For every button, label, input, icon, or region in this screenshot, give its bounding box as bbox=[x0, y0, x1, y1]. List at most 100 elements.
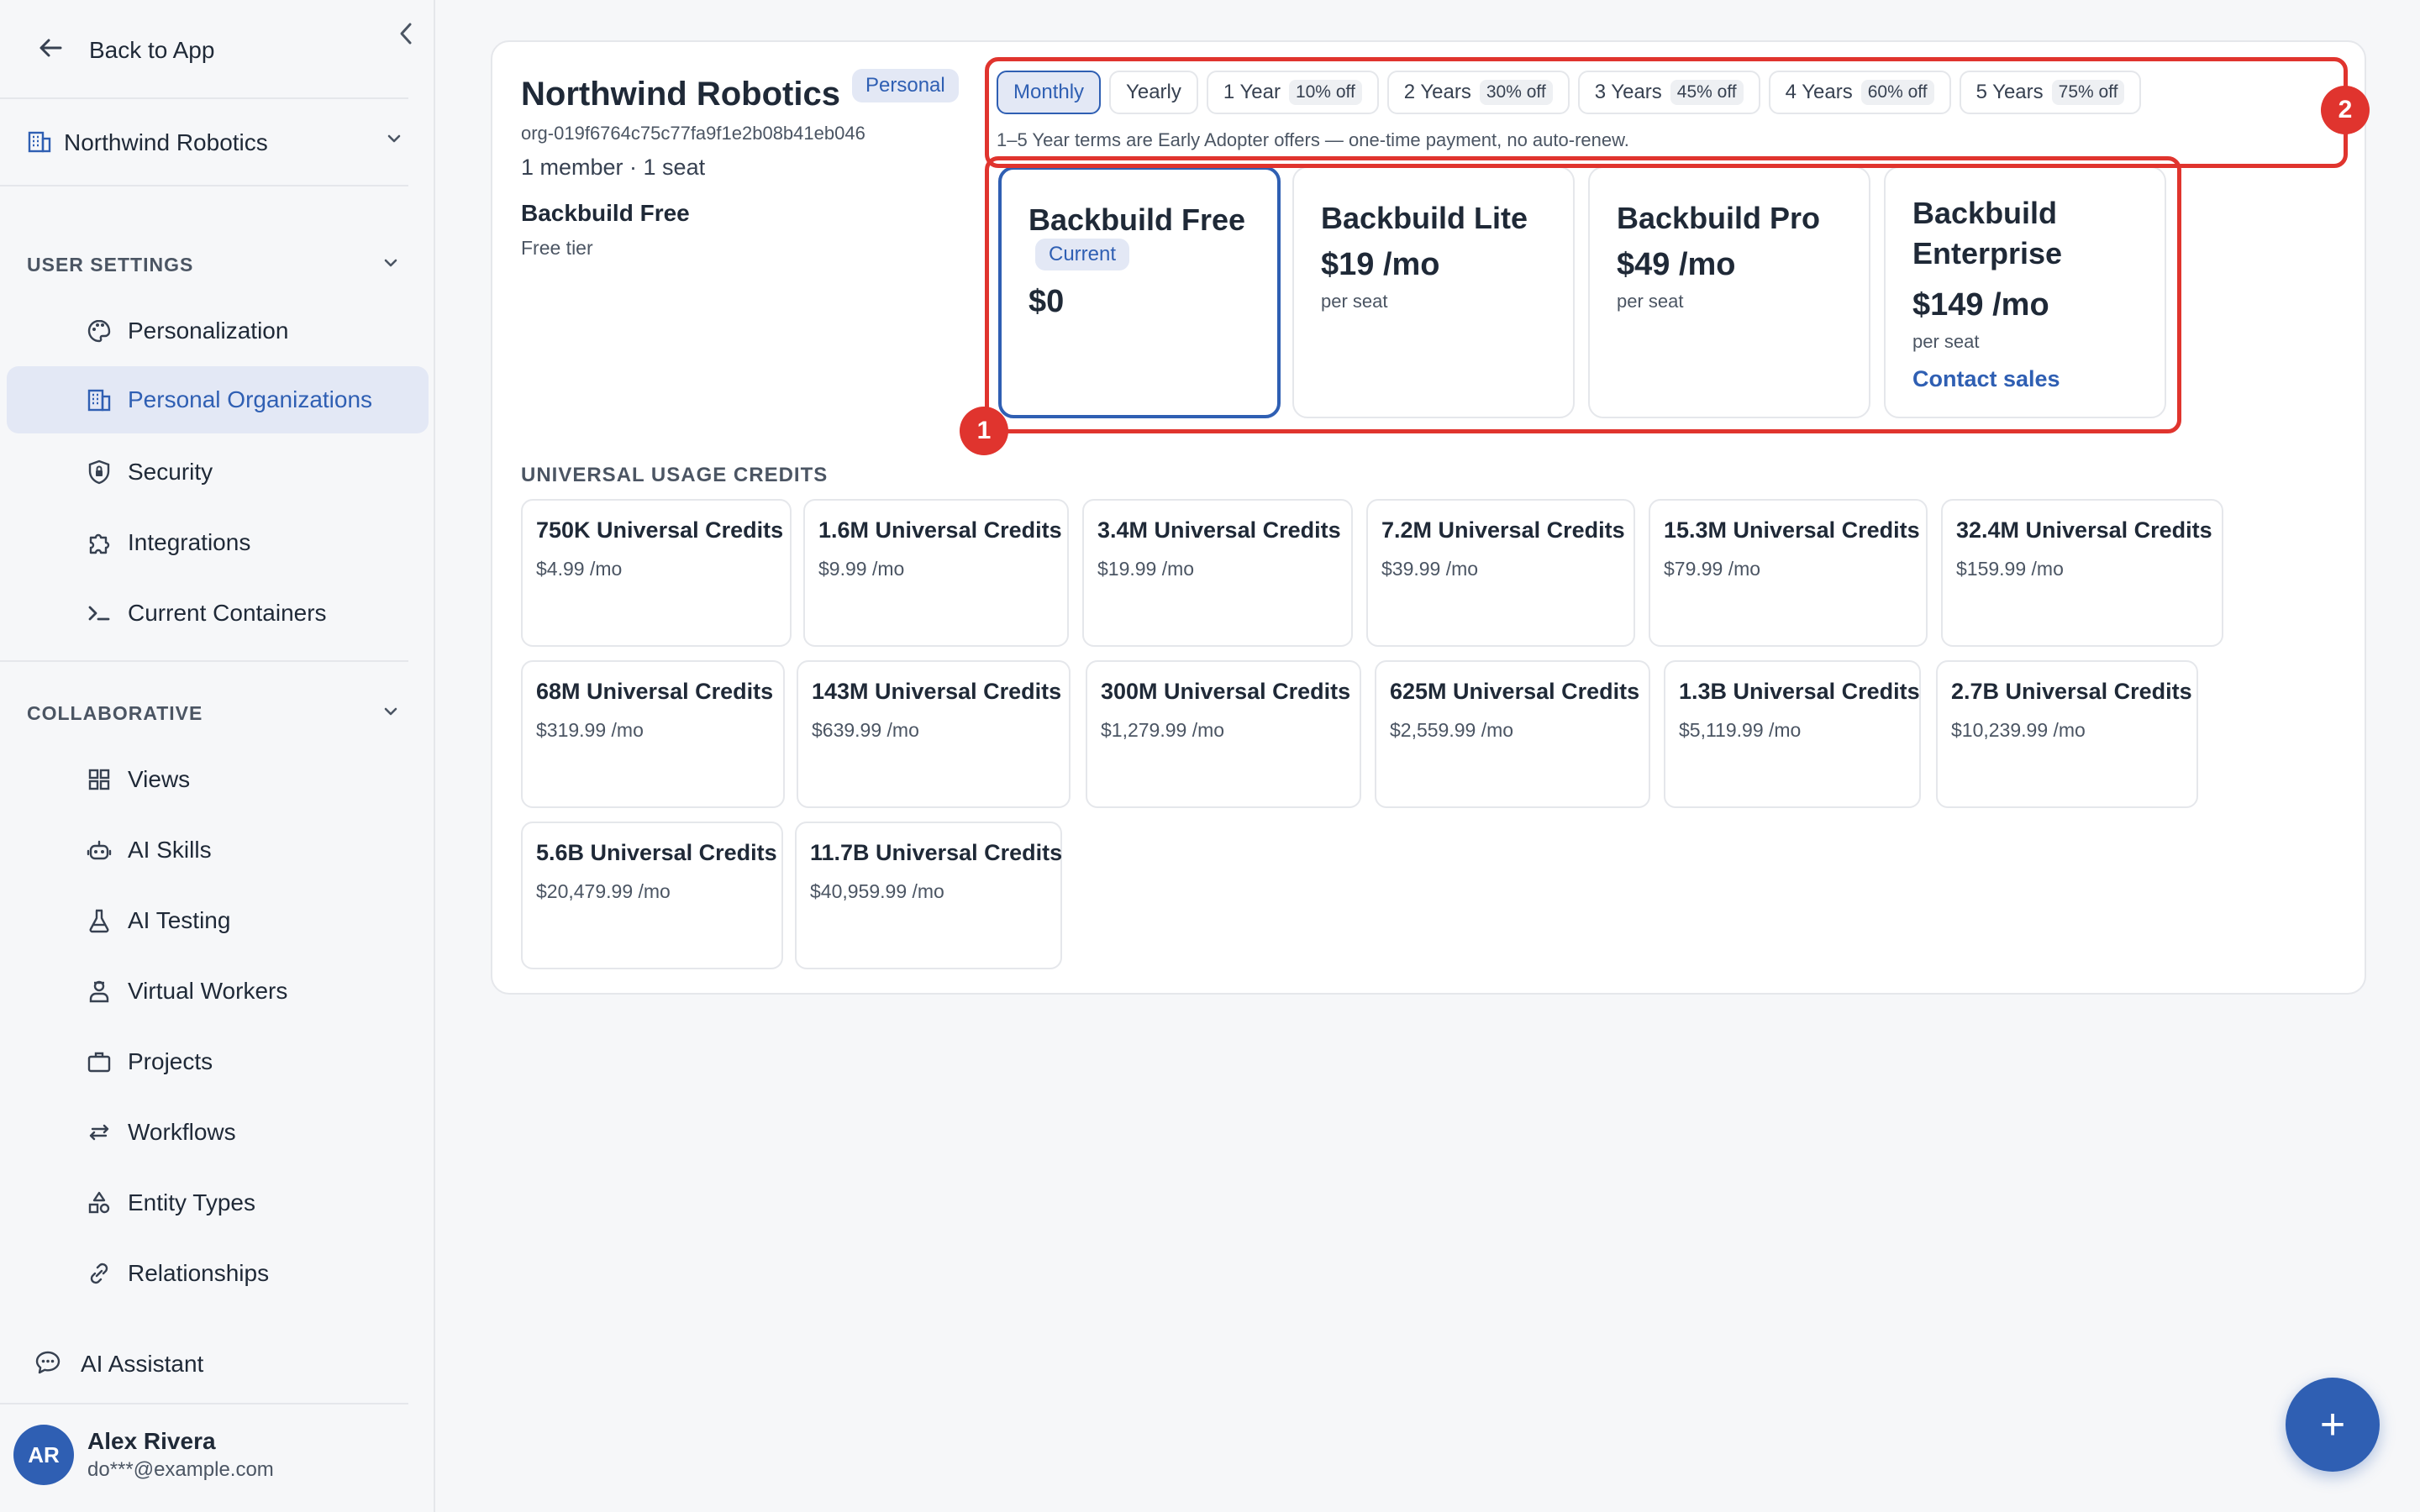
credit-pack-price: $19.99 /mo bbox=[1097, 558, 1195, 580]
avatar: AR bbox=[13, 1425, 74, 1485]
organization-card: Northwind Robotics Personal org-019f6764… bbox=[491, 40, 2370, 995]
palette-icon bbox=[81, 312, 118, 349]
credit-pack-price: $4.99 /mo bbox=[536, 558, 623, 580]
sidebar-item-label: Views bbox=[128, 766, 191, 792]
sidebar-item-label: Current Containers bbox=[128, 600, 327, 626]
credit-pack-card[interactable]: 5.6B Universal Credits $20,479.99 /mo bbox=[521, 822, 783, 969]
building-icon bbox=[81, 381, 118, 418]
user-profile[interactable]: AR Alex Rivera do***@example.com bbox=[13, 1423, 274, 1487]
divider bbox=[0, 97, 408, 99]
credit-pack-price: $5,119.99 /mo bbox=[1679, 719, 1802, 741]
credit-pack-name: 11.7B Universal Credits bbox=[810, 840, 1063, 865]
chevron-down-icon[interactable] bbox=[381, 254, 400, 277]
credits-heading: UNIVERSAL USAGE CREDITS bbox=[521, 464, 829, 486]
org-title: Northwind Robotics bbox=[521, 76, 840, 113]
credit-pack-card[interactable]: 1.3B Universal Credits $5,119.99 /mo bbox=[1664, 660, 1921, 808]
credit-pack-card[interactable]: 300M Universal Credits $1,279.99 /mo bbox=[1086, 660, 1361, 808]
credit-pack-price: $79.99 /mo bbox=[1664, 558, 1761, 580]
sidebar-item-current-containers[interactable]: Current Containers bbox=[7, 580, 429, 647]
sidebar-item-label: Projects bbox=[128, 1048, 213, 1074]
user-settings-heading: USER SETTINGS bbox=[27, 254, 194, 276]
sidebar-item-label: Workflows bbox=[128, 1119, 236, 1145]
building-icon bbox=[27, 129, 52, 158]
sidebar-item-views[interactable]: Views bbox=[7, 746, 429, 813]
back-to-app-link[interactable]: Back to App bbox=[37, 32, 214, 69]
credit-pack-name: 68M Universal Credits bbox=[536, 679, 774, 704]
credit-pack-card[interactable]: 1.6M Universal Credits $9.99 /mo bbox=[803, 499, 1069, 647]
arrow-left-icon bbox=[37, 34, 71, 66]
sidebar-item-label: Personal Organizations bbox=[128, 386, 373, 412]
credit-pack-name: 3.4M Universal Credits bbox=[1097, 517, 1341, 543]
credit-pack-price: $1,279.99 /mo bbox=[1101, 719, 1225, 741]
credit-pack-card[interactable]: 32.4M Universal Credits $159.99 /mo bbox=[1941, 499, 2223, 647]
sidebar-item-label: Personalization bbox=[128, 318, 289, 344]
credit-pack-card[interactable]: 143M Universal Credits $639.99 /mo bbox=[797, 660, 1071, 808]
puzzle-icon bbox=[81, 524, 118, 561]
credit-pack-card[interactable]: 11.7B Universal Credits $40,959.99 /mo bbox=[795, 822, 1062, 969]
credit-pack-card[interactable]: 15.3M Universal Credits $79.99 /mo bbox=[1649, 499, 1928, 647]
annotation-badge-2: 2 bbox=[2321, 86, 2370, 134]
divider bbox=[0, 1403, 408, 1404]
credit-pack-name: 7.2M Universal Credits bbox=[1381, 517, 1625, 543]
annotation-box-1 bbox=[985, 156, 2181, 433]
credit-pack-name: 625M Universal Credits bbox=[1390, 679, 1640, 704]
divider bbox=[0, 660, 408, 662]
sidebar-item-label: Entity Types bbox=[128, 1189, 256, 1215]
user-name: Alex Rivera bbox=[87, 1428, 216, 1454]
sidebar-item-projects[interactable]: Projects bbox=[7, 1028, 429, 1095]
ai-assistant-link[interactable]: AI Assistant bbox=[34, 1344, 203, 1384]
sidebar-item-ai-skills[interactable]: AI Skills bbox=[7, 816, 429, 884]
sidebar-item-relationships[interactable]: Relationships bbox=[7, 1240, 429, 1307]
sidebar-item-ai-testing[interactable]: AI Testing bbox=[7, 887, 429, 954]
sidebar-item-virtual-workers[interactable]: Virtual Workers bbox=[7, 958, 429, 1025]
chevron-down-icon bbox=[385, 129, 403, 153]
sidebar: Back to App Northwind Robotics USER SETT… bbox=[0, 0, 435, 1512]
org-members-seats: 1 member · 1 seat bbox=[521, 155, 706, 180]
shapes-icon bbox=[81, 1184, 118, 1221]
sidebar-item-personalization[interactable]: Personalization bbox=[7, 297, 429, 365]
arrows-icon bbox=[81, 1114, 118, 1151]
collapse-sidebar-icon[interactable] bbox=[393, 17, 418, 50]
sidebar-item-label: AI Testing bbox=[128, 907, 231, 933]
user-email: do***@example.com bbox=[87, 1458, 274, 1481]
credit-pack-price: $639.99 /mo bbox=[812, 719, 919, 741]
credit-pack-price: $2,559.99 /mo bbox=[1390, 719, 1514, 741]
back-to-app-label: Back to App bbox=[89, 37, 215, 63]
credit-pack-price: $39.99 /mo bbox=[1381, 558, 1479, 580]
chat-bubble-icon bbox=[34, 1348, 62, 1381]
credit-pack-price: $319.99 /mo bbox=[536, 719, 644, 741]
credit-pack-card[interactable]: 625M Universal Credits $2,559.99 /mo bbox=[1375, 660, 1650, 808]
current-plan-name: Backbuild Free bbox=[521, 200, 690, 226]
sidebar-item-label: Virtual Workers bbox=[128, 978, 288, 1004]
plus-icon: + bbox=[2319, 1400, 2346, 1449]
link-icon bbox=[81, 1255, 118, 1292]
sidebar-item-personal-organizations[interactable]: Personal Organizations bbox=[7, 366, 429, 433]
credit-pack-card[interactable]: 68M Universal Credits $319.99 /mo bbox=[521, 660, 785, 808]
credit-pack-name: 300M Universal Credits bbox=[1101, 679, 1351, 704]
robot-icon bbox=[81, 832, 118, 869]
divider bbox=[0, 185, 408, 186]
sidebar-item-label: AI Skills bbox=[128, 837, 212, 863]
credit-pack-name: 750K Universal Credits bbox=[536, 517, 784, 543]
credit-pack-name: 1.6M Universal Credits bbox=[818, 517, 1062, 543]
personal-badge: Personal bbox=[852, 69, 959, 102]
sidebar-item-workflows[interactable]: Workflows bbox=[7, 1099, 429, 1166]
credit-pack-price: $10,239.99 /mo bbox=[1951, 719, 2086, 741]
credit-pack-card[interactable]: 3.4M Universal Credits $19.99 /mo bbox=[1082, 499, 1353, 647]
credit-pack-name: 2.7B Universal Credits bbox=[1951, 679, 2192, 704]
sidebar-item-integrations[interactable]: Integrations bbox=[7, 509, 429, 576]
org-id: org-019f6764c75c77fa9f1e2b08b41eb046 bbox=[521, 123, 865, 144]
current-plan-tier: Free tier bbox=[521, 237, 593, 259]
credit-pack-price: $9.99 /mo bbox=[818, 558, 905, 580]
sidebar-item-security[interactable]: Security bbox=[7, 438, 429, 506]
credit-pack-card[interactable]: 2.7B Universal Credits $10,239.99 /mo bbox=[1936, 660, 2198, 808]
sidebar-item-entity-types[interactable]: Entity Types bbox=[7, 1169, 429, 1236]
chevron-down-icon[interactable] bbox=[381, 702, 400, 726]
credit-pack-card[interactable]: 750K Universal Credits $4.99 /mo bbox=[521, 499, 792, 647]
briefcase-icon bbox=[81, 1043, 118, 1080]
org-selector[interactable]: Northwind Robotics bbox=[27, 123, 407, 163]
add-fab-button[interactable]: + bbox=[2286, 1378, 2380, 1472]
credit-pack-card[interactable]: 7.2M Universal Credits $39.99 /mo bbox=[1366, 499, 1635, 647]
annotation-badge-1: 1 bbox=[960, 407, 1008, 455]
annotation-box-2 bbox=[985, 57, 2348, 168]
